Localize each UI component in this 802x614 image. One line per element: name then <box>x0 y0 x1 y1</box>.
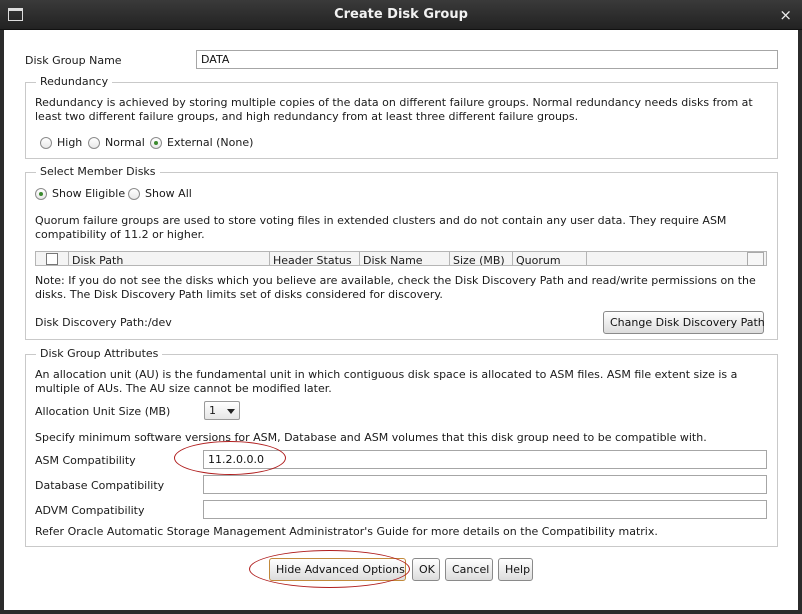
attributes-title: Disk Group Attributes <box>36 347 163 360</box>
au-size-value: 1 <box>209 404 216 417</box>
redundancy-title: Redundancy <box>36 75 113 88</box>
compat-description: Specify minimum software versions for AS… <box>35 431 707 444</box>
member-disks-title: Select Member Disks <box>36 165 160 178</box>
quorum-note: Quorum failure groups are used to store … <box>35 214 727 241</box>
title-bar: Create Disk Group × <box>0 0 802 30</box>
show-all-label: Show All <box>145 187 192 200</box>
disk-table-header: Disk Path Header Status Disk Name Size (… <box>35 251 767 266</box>
cancel-button[interactable]: Cancel <box>445 558 493 581</box>
help-button[interactable]: Help <box>498 558 533 581</box>
column-chooser-icon[interactable] <box>747 252 764 266</box>
column-disk-path[interactable]: Disk Path <box>69 252 270 265</box>
close-icon[interactable]: × <box>779 6 792 24</box>
advm-compat-label: ADVM Compatibility <box>35 504 145 517</box>
asm-compat-input[interactable] <box>203 450 767 469</box>
column-disk-name[interactable]: Disk Name <box>360 252 450 265</box>
member-disks-group: Select Member Disks Show Eligible Show A… <box>25 165 778 340</box>
redundancy-high-label: High <box>57 136 83 149</box>
redundancy-normal-radio[interactable]: Normal <box>88 136 145 149</box>
compat-refer-note: Refer Oracle Automatic Storage Managemen… <box>35 525 658 538</box>
radio-off-icon <box>88 136 100 149</box>
show-eligible-label: Show Eligible <box>52 187 126 200</box>
hide-advanced-options-button[interactable]: Hide Advanced Options <box>269 558 406 581</box>
radio-on-icon <box>35 187 47 200</box>
asm-compat-label: ASM Compatibility <box>35 454 136 467</box>
radio-off-icon <box>40 136 52 149</box>
dialog-body: Disk Group Name Redundancy Redundancy is… <box>4 30 798 610</box>
advm-compat-input[interactable] <box>203 500 767 519</box>
redundancy-external-radio[interactable]: External (None) <box>150 136 253 149</box>
window-title: Create Disk Group <box>334 7 468 22</box>
discovery-note: Note: If you do not see the disks which … <box>35 274 756 301</box>
au-size-select[interactable]: 1 <box>204 401 240 420</box>
disk-group-name-input[interactable] <box>196 50 778 69</box>
show-all-radio[interactable]: Show All <box>128 187 192 200</box>
redundancy-external-label: External (None) <box>167 136 254 149</box>
column-quorum[interactable]: Quorum <box>513 252 587 265</box>
au-description: An allocation unit (AU) is the fundament… <box>35 368 738 395</box>
radio-on-icon <box>150 136 162 149</box>
change-discovery-path-button[interactable]: Change Disk Discovery Path <box>603 311 765 334</box>
redundancy-group: Redundancy Redundancy is achieved by sto… <box>25 75 778 159</box>
disk-discovery-path: Disk Discovery Path:/dev <box>35 316 172 329</box>
ok-button[interactable]: OK <box>412 558 440 581</box>
radio-off-icon <box>128 187 140 200</box>
redundancy-high-radio[interactable]: High <box>40 136 82 149</box>
attributes-group: Disk Group Attributes An allocation unit… <box>25 347 778 547</box>
disk-group-name-label: Disk Group Name <box>25 54 122 67</box>
db-compat-input[interactable] <box>203 475 767 494</box>
column-header-status[interactable]: Header Status <box>270 252 360 265</box>
redundancy-normal-label: Normal <box>105 136 145 149</box>
db-compat-label: Database Compatibility <box>35 479 165 492</box>
au-size-label: Allocation Unit Size (MB) <box>35 405 171 418</box>
select-all-column[interactable] <box>36 252 69 265</box>
chevron-down-icon <box>227 409 235 414</box>
select-all-checkbox[interactable] <box>46 253 58 265</box>
redundancy-description: Redundancy is achieved by storing multip… <box>35 96 753 123</box>
show-eligible-radio[interactable]: Show Eligible <box>35 187 125 200</box>
column-size[interactable]: Size (MB) <box>450 252 513 265</box>
